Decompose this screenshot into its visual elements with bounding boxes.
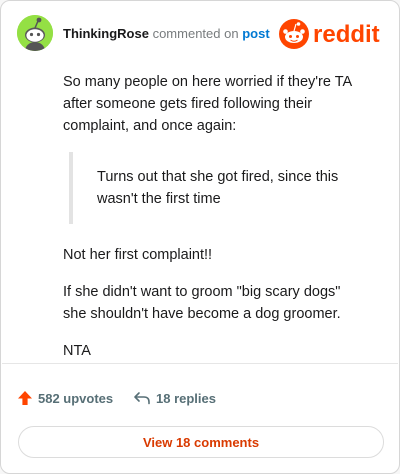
comment-footer: 582 upvotes 18 replies xyxy=(17,390,377,414)
footer-divider xyxy=(2,363,398,364)
reply-arrow-icon[interactable] xyxy=(133,390,151,406)
comment-meta: ThinkingRose commented on post xyxy=(63,26,270,41)
upvote-arrow-icon[interactable] xyxy=(17,390,33,406)
replies-count: 18 replies xyxy=(156,390,216,406)
upvotes-count: 582 upvotes xyxy=(38,390,114,406)
reddit-logo-icon[interactable]: reddit xyxy=(279,18,385,50)
username[interactable]: ThinkingRose xyxy=(63,26,149,41)
comment-paragraph: NTA xyxy=(63,343,91,359)
comment-action-text: commented on xyxy=(152,26,239,41)
comment-paragraph: Not her first complaint!! xyxy=(63,247,213,263)
comment-body: So many people on here worried if they'r… xyxy=(63,71,363,377)
comment-paragraph: So many people on here worried if they'r… xyxy=(63,74,352,134)
comment-card: ThinkingRose commented on post reddit So… xyxy=(0,0,400,474)
blockquote: Turns out that she got fired, since this… xyxy=(69,152,363,224)
reddit-wordmark: reddit xyxy=(313,21,380,48)
replies-stat[interactable]: 18 replies xyxy=(133,390,216,406)
comment-header: ThinkingRose commented on post reddit xyxy=(17,15,385,55)
snoo-avatar-icon[interactable] xyxy=(17,15,53,51)
upvotes-stat[interactable]: 582 upvotes xyxy=(17,390,113,406)
post-link[interactable]: post xyxy=(242,26,269,41)
comment-paragraph: If she didn't want to groom "big scary d… xyxy=(63,284,341,322)
view-comments-button[interactable]: View 18 comments xyxy=(18,426,384,458)
